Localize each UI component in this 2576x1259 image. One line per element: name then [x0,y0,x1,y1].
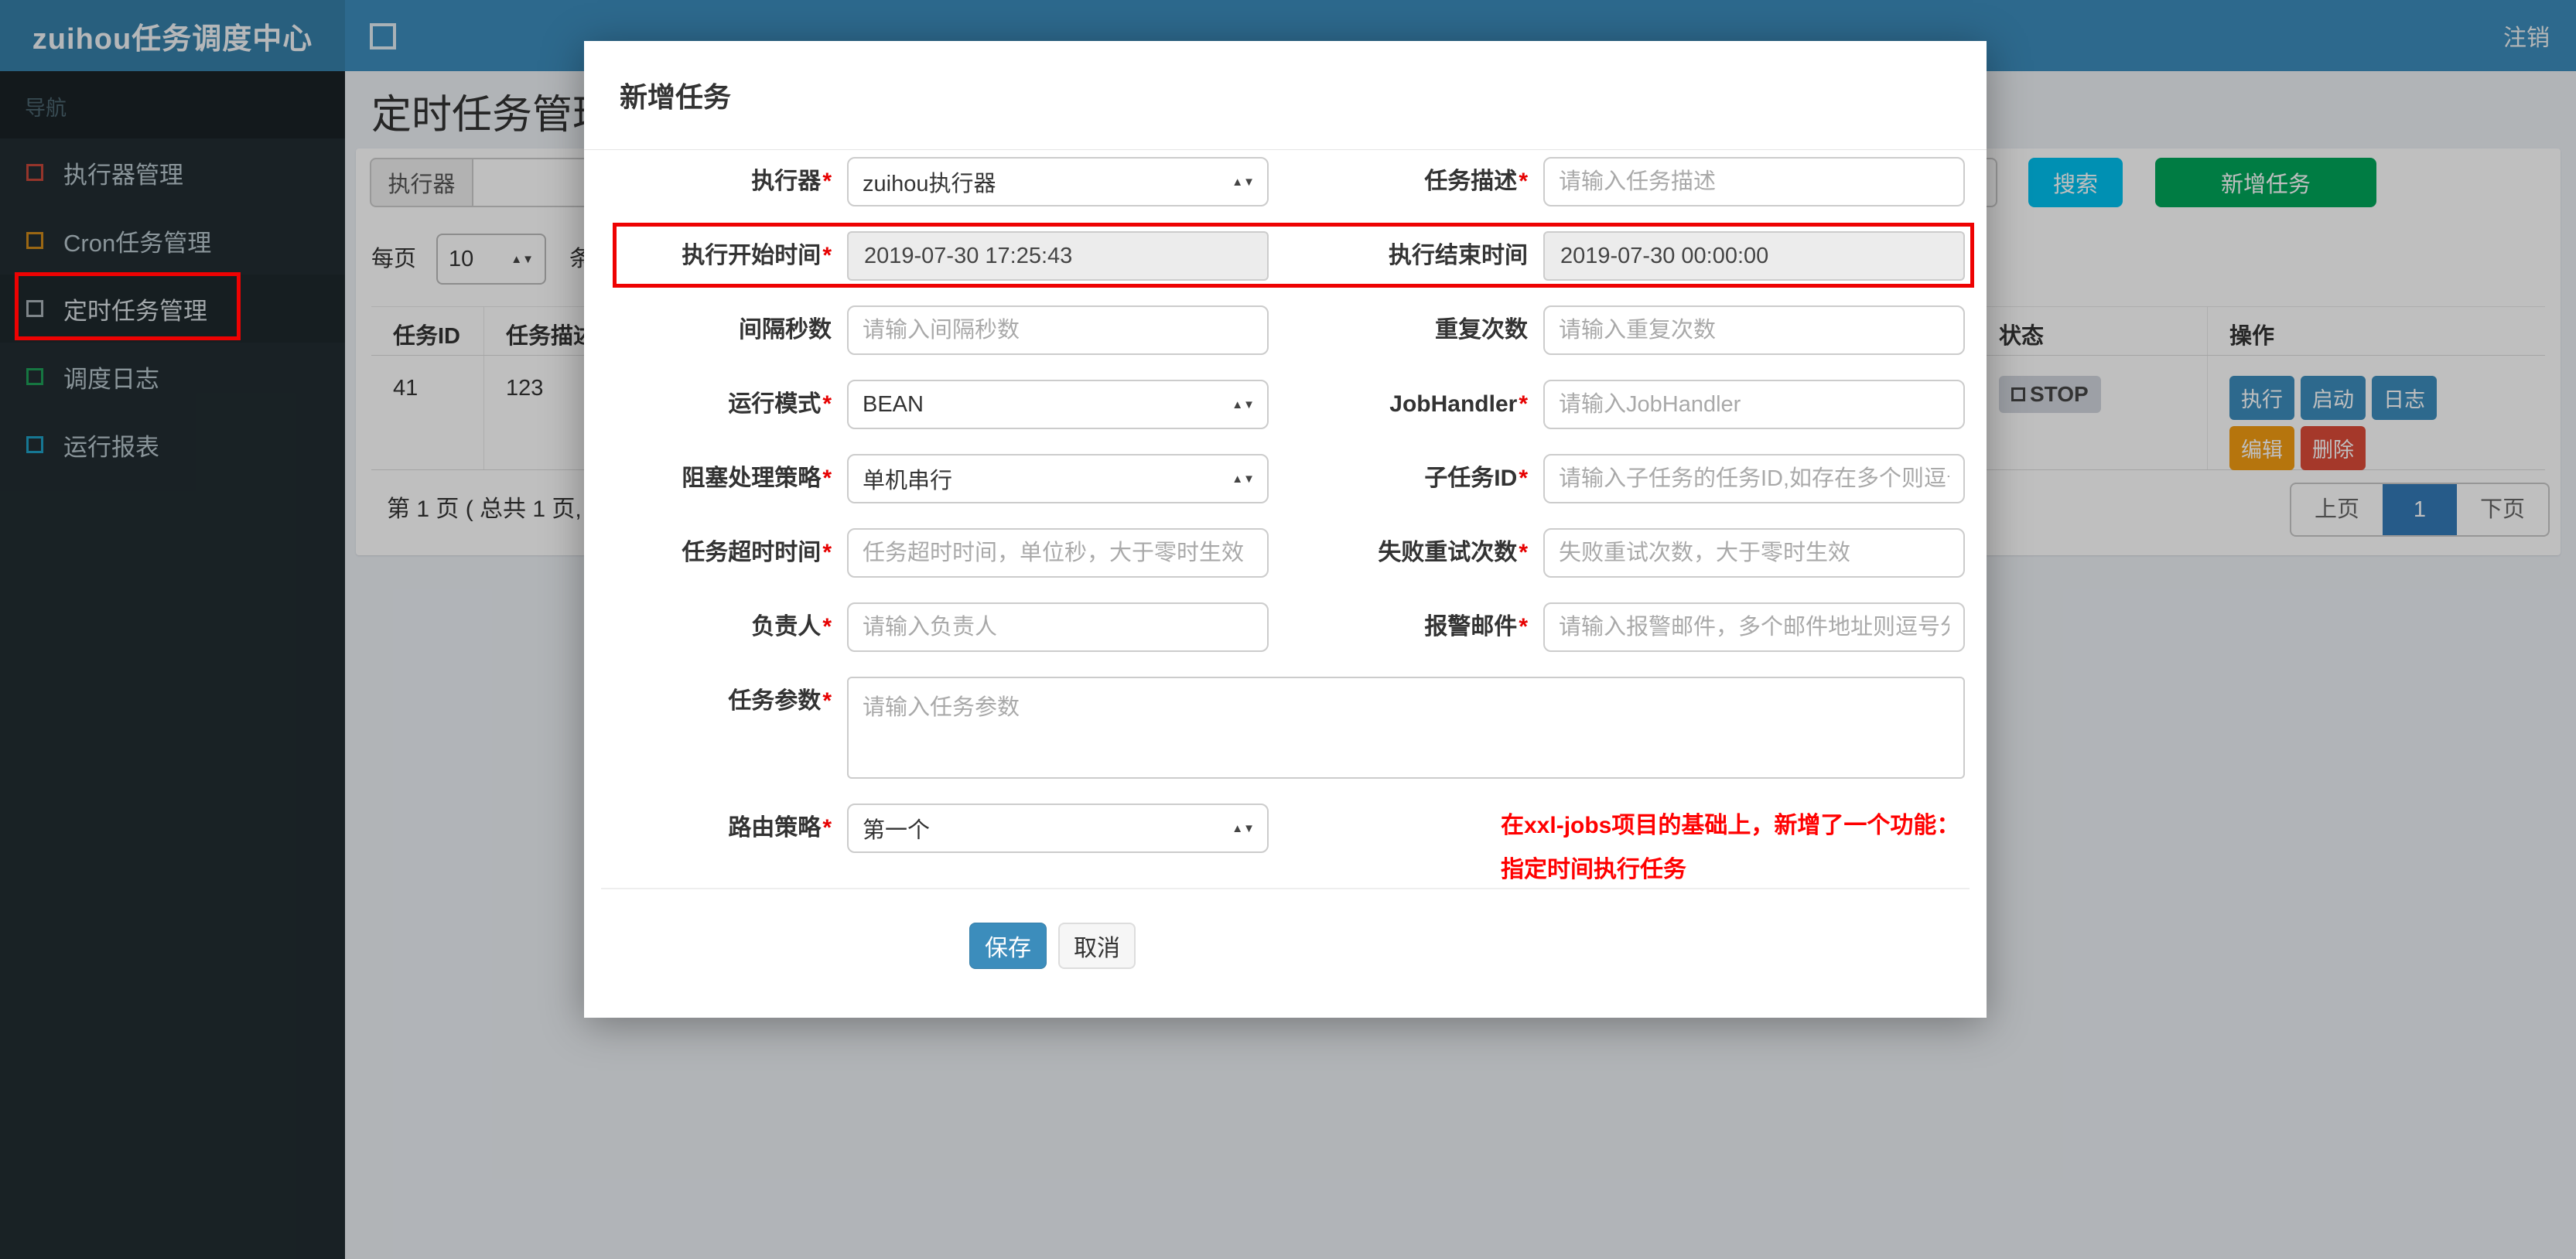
save-button[interactable]: 保存 [969,923,1047,969]
alarm-email-input[interactable] [1543,602,1965,652]
feature-note: 在xxl-jobs项目的基础上，新增了一个功能： 指定时间执行任务 [1501,804,1959,892]
repeat-input[interactable] [1543,305,1965,355]
repeat-label: 重复次数 [1435,317,1528,343]
job-param-label: 任务参数* [728,688,832,714]
job-handler-label: JobHandler* [1389,391,1528,417]
route-strategy-select[interactable]: 第一个 ▲▼ [847,804,1269,853]
divider [584,149,1987,150]
required-asterisk: * [1519,614,1528,640]
job-desc-label: 任务描述* [1424,169,1528,194]
child-job-label: 子任务ID* [1424,466,1528,491]
required-asterisk: * [1519,540,1528,565]
retry-label: 失败重试次数* [1378,540,1528,565]
cancel-button[interactable]: 取消 [1058,923,1136,969]
retry-input[interactable] [1543,528,1965,578]
run-mode-select-value: BEAN [863,391,924,417]
required-asterisk: * [1519,169,1528,194]
block-strategy-label: 阻塞处理策略* [682,466,832,491]
run-mode-label: 运行模式* [728,391,832,417]
alarm-email-label: 报警邮件* [1424,614,1528,640]
select-arrows-icon: ▲▼ [1232,821,1255,835]
interval-input[interactable] [847,305,1269,355]
job-desc-input[interactable] [1543,157,1965,206]
end-time-label: 执行结束时间 [1389,243,1528,268]
add-task-modal: 新增任务 执行器* zuihou执行器 ▲▼ 任务描述* 执行开始时间* 执行结… [584,41,1987,1018]
job-param-textarea[interactable] [847,677,1965,779]
required-asterisk: * [822,688,832,714]
end-time-input[interactable] [1543,231,1965,281]
required-asterisk: * [822,243,832,268]
required-asterisk: * [822,466,832,491]
required-asterisk: * [822,614,832,640]
required-asterisk: * [1519,466,1528,491]
child-job-input[interactable] [1543,454,1965,503]
required-asterisk: * [822,391,832,417]
job-handler-input[interactable] [1543,380,1965,429]
timeout-label: 任务超时时间* [682,540,832,565]
owner-input[interactable] [847,602,1269,652]
required-asterisk: * [1519,391,1528,417]
route-strategy-select-value: 第一个 [863,818,931,843]
divider [601,888,1970,889]
run-mode-select[interactable]: BEAN ▲▼ [847,380,1269,429]
feature-note-line1: 在xxl-jobs项目的基础上，新增了一个功能： [1501,813,1960,838]
owner-label: 负责人* [751,614,832,640]
required-asterisk: * [822,540,832,565]
select-arrows-icon: ▲▼ [1232,472,1255,486]
interval-label: 间隔秒数 [739,317,832,343]
select-arrows-icon: ▲▼ [1232,175,1255,189]
executor-select[interactable]: zuihou执行器 ▲▼ [847,157,1269,206]
start-time-input[interactable] [847,231,1269,281]
start-time-label: 执行开始时间* [682,243,832,268]
select-arrows-icon: ▲▼ [1232,397,1255,411]
block-strategy-select-value: 单机串行 [863,469,953,493]
timeout-input[interactable] [847,528,1269,578]
executor-label: 执行器* [751,169,832,194]
required-asterisk: * [822,169,832,194]
required-asterisk: * [822,815,832,841]
modal-title: 新增任务 [620,81,732,113]
executor-select-value: zuihou执行器 [863,172,996,196]
block-strategy-select[interactable]: 单机串行 ▲▼ [847,454,1269,503]
feature-note-line2: 指定时间执行任务 [1501,857,1686,882]
route-strategy-label: 路由策略* [728,815,832,841]
